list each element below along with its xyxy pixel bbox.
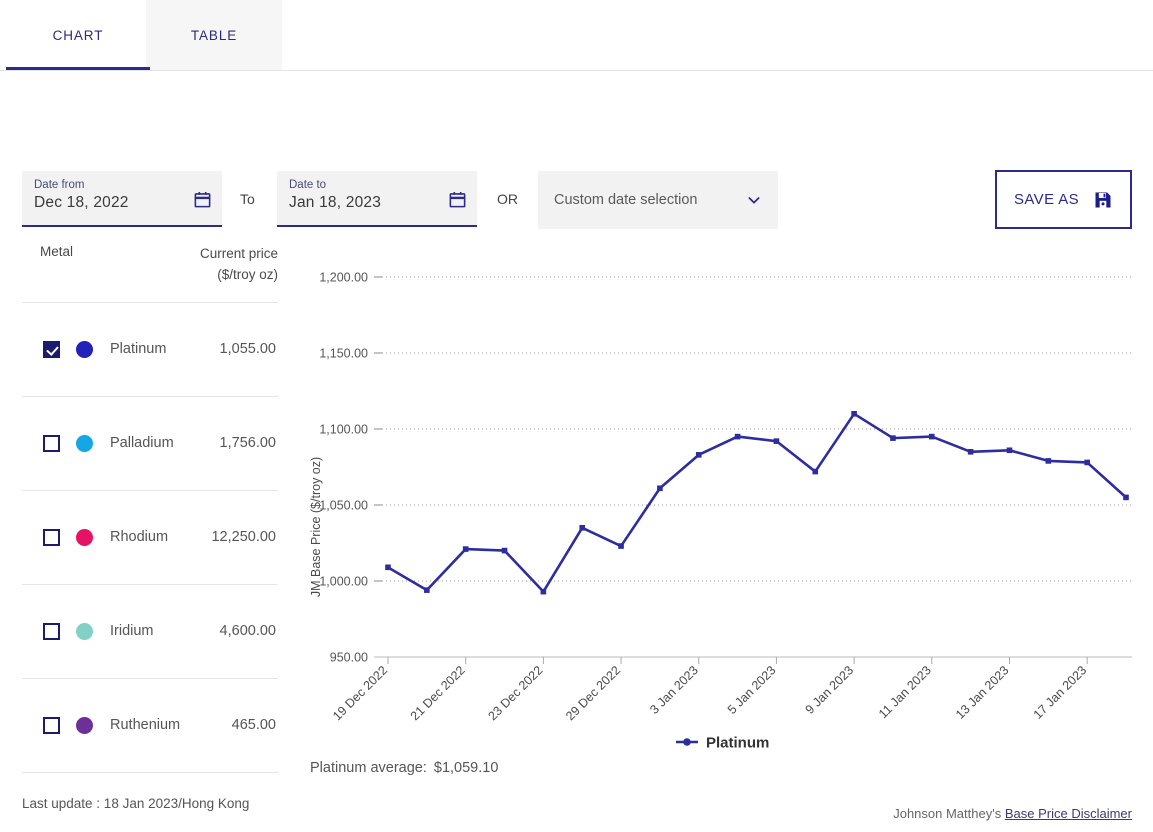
metal-row[interactable]: Palladium1,756.00 <box>22 397 278 491</box>
tab-table[interactable]: TABLE <box>146 0 282 70</box>
metal-color-dot <box>76 341 93 358</box>
data-point[interactable] <box>463 546 469 552</box>
x-tick-label: 21 Dec 2022 <box>408 663 468 723</box>
metal-name: Palladium <box>110 435 220 451</box>
metal-row[interactable]: Ruthenium465.00 <box>22 679 278 773</box>
y-tick-label: 1,000.00 <box>319 575 368 589</box>
metal-checkbox[interactable] <box>43 717 60 734</box>
metal-price: 4,600.00 <box>220 623 278 639</box>
y-tick-label: 1,050.00 <box>319 499 368 513</box>
date-to-field[interactable]: Date to Jan 18, 2023 <box>277 171 477 227</box>
data-point[interactable] <box>735 434 741 440</box>
data-point[interactable] <box>657 485 663 491</box>
calendar-icon[interactable] <box>448 190 467 209</box>
metal-checkbox[interactable] <box>43 529 60 546</box>
custom-date-selection-value: Custom date selection <box>554 192 746 208</box>
data-point[interactable] <box>1123 495 1129 501</box>
y-tick-label: 1,150.00 <box>319 347 368 361</box>
x-tick-label: 3 Jan 2023 <box>647 663 701 717</box>
metal-price: 1,055.00 <box>220 341 278 357</box>
tab-table-label: TABLE <box>191 28 237 43</box>
metal-row[interactable]: Iridium4,600.00 <box>22 585 278 679</box>
metal-row[interactable]: Platinum1,055.00 <box>22 303 278 397</box>
data-point[interactable] <box>385 565 391 571</box>
metal-name: Iridium <box>110 623 220 639</box>
metal-checkbox[interactable] <box>43 341 60 358</box>
average-summary: Platinum average: $1,059.10 <box>310 760 498 776</box>
data-point[interactable] <box>502 548 508 554</box>
price-column-header: Current price ($/troy oz) <box>200 244 278 286</box>
x-tick-label: 11 Jan 2023 <box>876 663 934 721</box>
x-tick-label: 19 Dec 2022 <box>330 663 390 723</box>
metal-name: Rhodium <box>110 529 211 545</box>
data-point[interactable] <box>1084 460 1090 466</box>
last-update-text: Last update : 18 Jan 2023/Hong Kong <box>22 796 249 811</box>
y-tick-label: 1,200.00 <box>319 271 368 285</box>
metal-checkbox[interactable] <box>43 435 60 452</box>
data-point[interactable] <box>812 469 818 475</box>
metal-rows: Platinum1,055.00Palladium1,756.00Rhodium… <box>22 303 278 773</box>
x-tick-label: 29 Dec 2022 <box>563 663 623 723</box>
data-point[interactable] <box>424 587 430 593</box>
data-point[interactable] <box>618 543 624 549</box>
date-from-label: Date from <box>34 179 212 191</box>
save-as-button[interactable]: SAVE AS <box>995 170 1132 229</box>
legend-label-platinum[interactable]: Platinum <box>706 735 769 752</box>
data-point[interactable] <box>1007 447 1013 453</box>
average-value: $1,059.10 <box>434 760 499 776</box>
data-point[interactable] <box>541 589 547 595</box>
data-point[interactable] <box>696 452 702 458</box>
data-point[interactable] <box>851 411 857 417</box>
save-as-label: SAVE AS <box>1014 191 1079 208</box>
metal-name: Platinum <box>110 341 220 357</box>
data-point[interactable] <box>579 525 585 531</box>
y-tick-label: 950.00 <box>330 651 368 665</box>
x-tick-label: 9 Jan 2023 <box>803 663 857 717</box>
tab-chart[interactable]: CHART <box>6 0 150 70</box>
metal-row[interactable]: Rhodium12,250.00 <box>22 491 278 585</box>
base-price-disclaimer-link[interactable]: Base Price Disclaimer <box>1005 806 1132 821</box>
metal-table-header: Metal Current price ($/troy oz) <box>22 196 278 303</box>
active-tab-indicator <box>6 67 150 70</box>
tab-bar: CHART TABLE <box>0 0 1153 71</box>
x-tick-label: 5 Jan 2023 <box>725 663 779 717</box>
y-tick-label: 1,100.00 <box>319 423 368 437</box>
data-point[interactable] <box>968 449 974 455</box>
data-point[interactable] <box>1046 458 1052 464</box>
data-point[interactable] <box>774 438 780 444</box>
metal-color-dot <box>76 529 93 546</box>
data-line-platinum <box>388 414 1126 592</box>
save-disk-icon <box>1093 190 1113 210</box>
metal-column-header: Metal <box>22 244 73 259</box>
price-chart: 950.00 1,000.00 1,050.00 1,100.00 1,150.00 1,… <box>300 250 1153 770</box>
metal-color-dot <box>76 717 93 734</box>
metal-list-panel: Metal Current price ($/troy oz) Platinum… <box>22 196 278 773</box>
disclaimer-footer: Johnson Matthey's Base Price Disclaimer <box>893 806 1132 821</box>
x-tick-label: 13 Jan 2023 <box>953 663 1012 722</box>
metal-name: Ruthenium <box>110 717 232 733</box>
filter-controls: Date from Dec 18, 2022 To Date to Jan 18… <box>0 71 1153 167</box>
data-point[interactable] <box>929 434 935 440</box>
legend-dot-marker <box>683 738 691 746</box>
or-label: OR <box>497 191 518 207</box>
metal-color-dot <box>76 623 93 640</box>
metal-price: 12,250.00 <box>211 529 278 545</box>
custom-date-selection-dropdown[interactable]: Custom date selection <box>538 171 778 229</box>
chart-canvas: 950.00 1,000.00 1,050.00 1,100.00 1,150.00 1,… <box>300 250 1153 760</box>
data-point[interactable] <box>890 435 896 441</box>
metal-color-dot <box>76 435 93 452</box>
disclaimer-prefix: Johnson Matthey's <box>893 806 1001 821</box>
chevron-down-icon <box>746 192 762 208</box>
average-label: Platinum average: <box>310 760 427 776</box>
metal-price: 465.00 <box>232 717 278 733</box>
metal-checkbox[interactable] <box>43 623 60 640</box>
tab-chart-label: CHART <box>53 28 104 43</box>
date-to-label: Date to <box>289 179 467 191</box>
x-tick-label: 23 Dec 2022 <box>485 663 545 723</box>
y-axis-title: JM Base Price ($/troy oz) <box>309 457 323 597</box>
metal-price: 1,756.00 <box>220 435 278 451</box>
x-tick-label: 17 Jan 2023 <box>1031 663 1090 722</box>
date-to-value: Jan 18, 2023 <box>289 194 467 212</box>
